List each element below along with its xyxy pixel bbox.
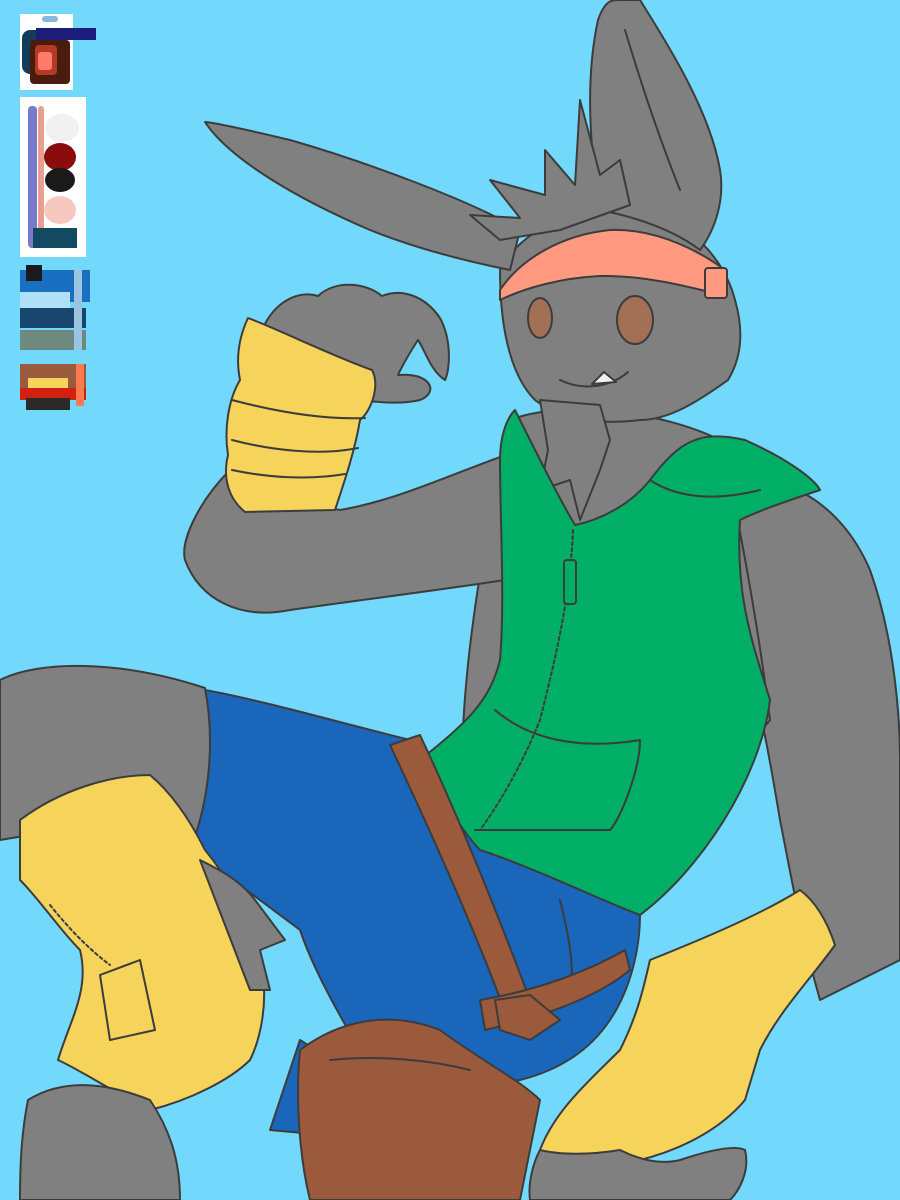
palette-skin-swatch xyxy=(44,143,76,171)
palette-skin-swatch xyxy=(28,106,37,248)
artwork-canvas xyxy=(0,0,900,1200)
character-illustration xyxy=(0,0,900,1200)
palette-skin-swatch xyxy=(44,196,76,224)
palette-skin-swatch xyxy=(45,114,79,142)
palette-blues xyxy=(20,265,90,350)
left-eye xyxy=(527,297,553,339)
palette-blues-swatch xyxy=(26,265,42,281)
palette-browns-swatch xyxy=(28,378,68,388)
palette-blues-swatch xyxy=(74,270,82,350)
palette-head-swatch xyxy=(36,28,96,40)
palette-skin-swatch xyxy=(38,106,44,236)
zipper-pull xyxy=(563,559,577,605)
palette-skin-swatch xyxy=(33,228,77,248)
palette-skin xyxy=(20,97,86,257)
palette-head-swatch xyxy=(42,16,58,22)
palette-browns-swatch xyxy=(26,398,70,410)
palette-skin-swatch xyxy=(45,168,75,192)
visor-strap xyxy=(704,267,728,299)
right-eye xyxy=(616,295,654,345)
palette-head-swatch xyxy=(38,52,52,70)
palette-browns xyxy=(20,364,86,410)
palette-browns-swatch xyxy=(76,364,84,406)
